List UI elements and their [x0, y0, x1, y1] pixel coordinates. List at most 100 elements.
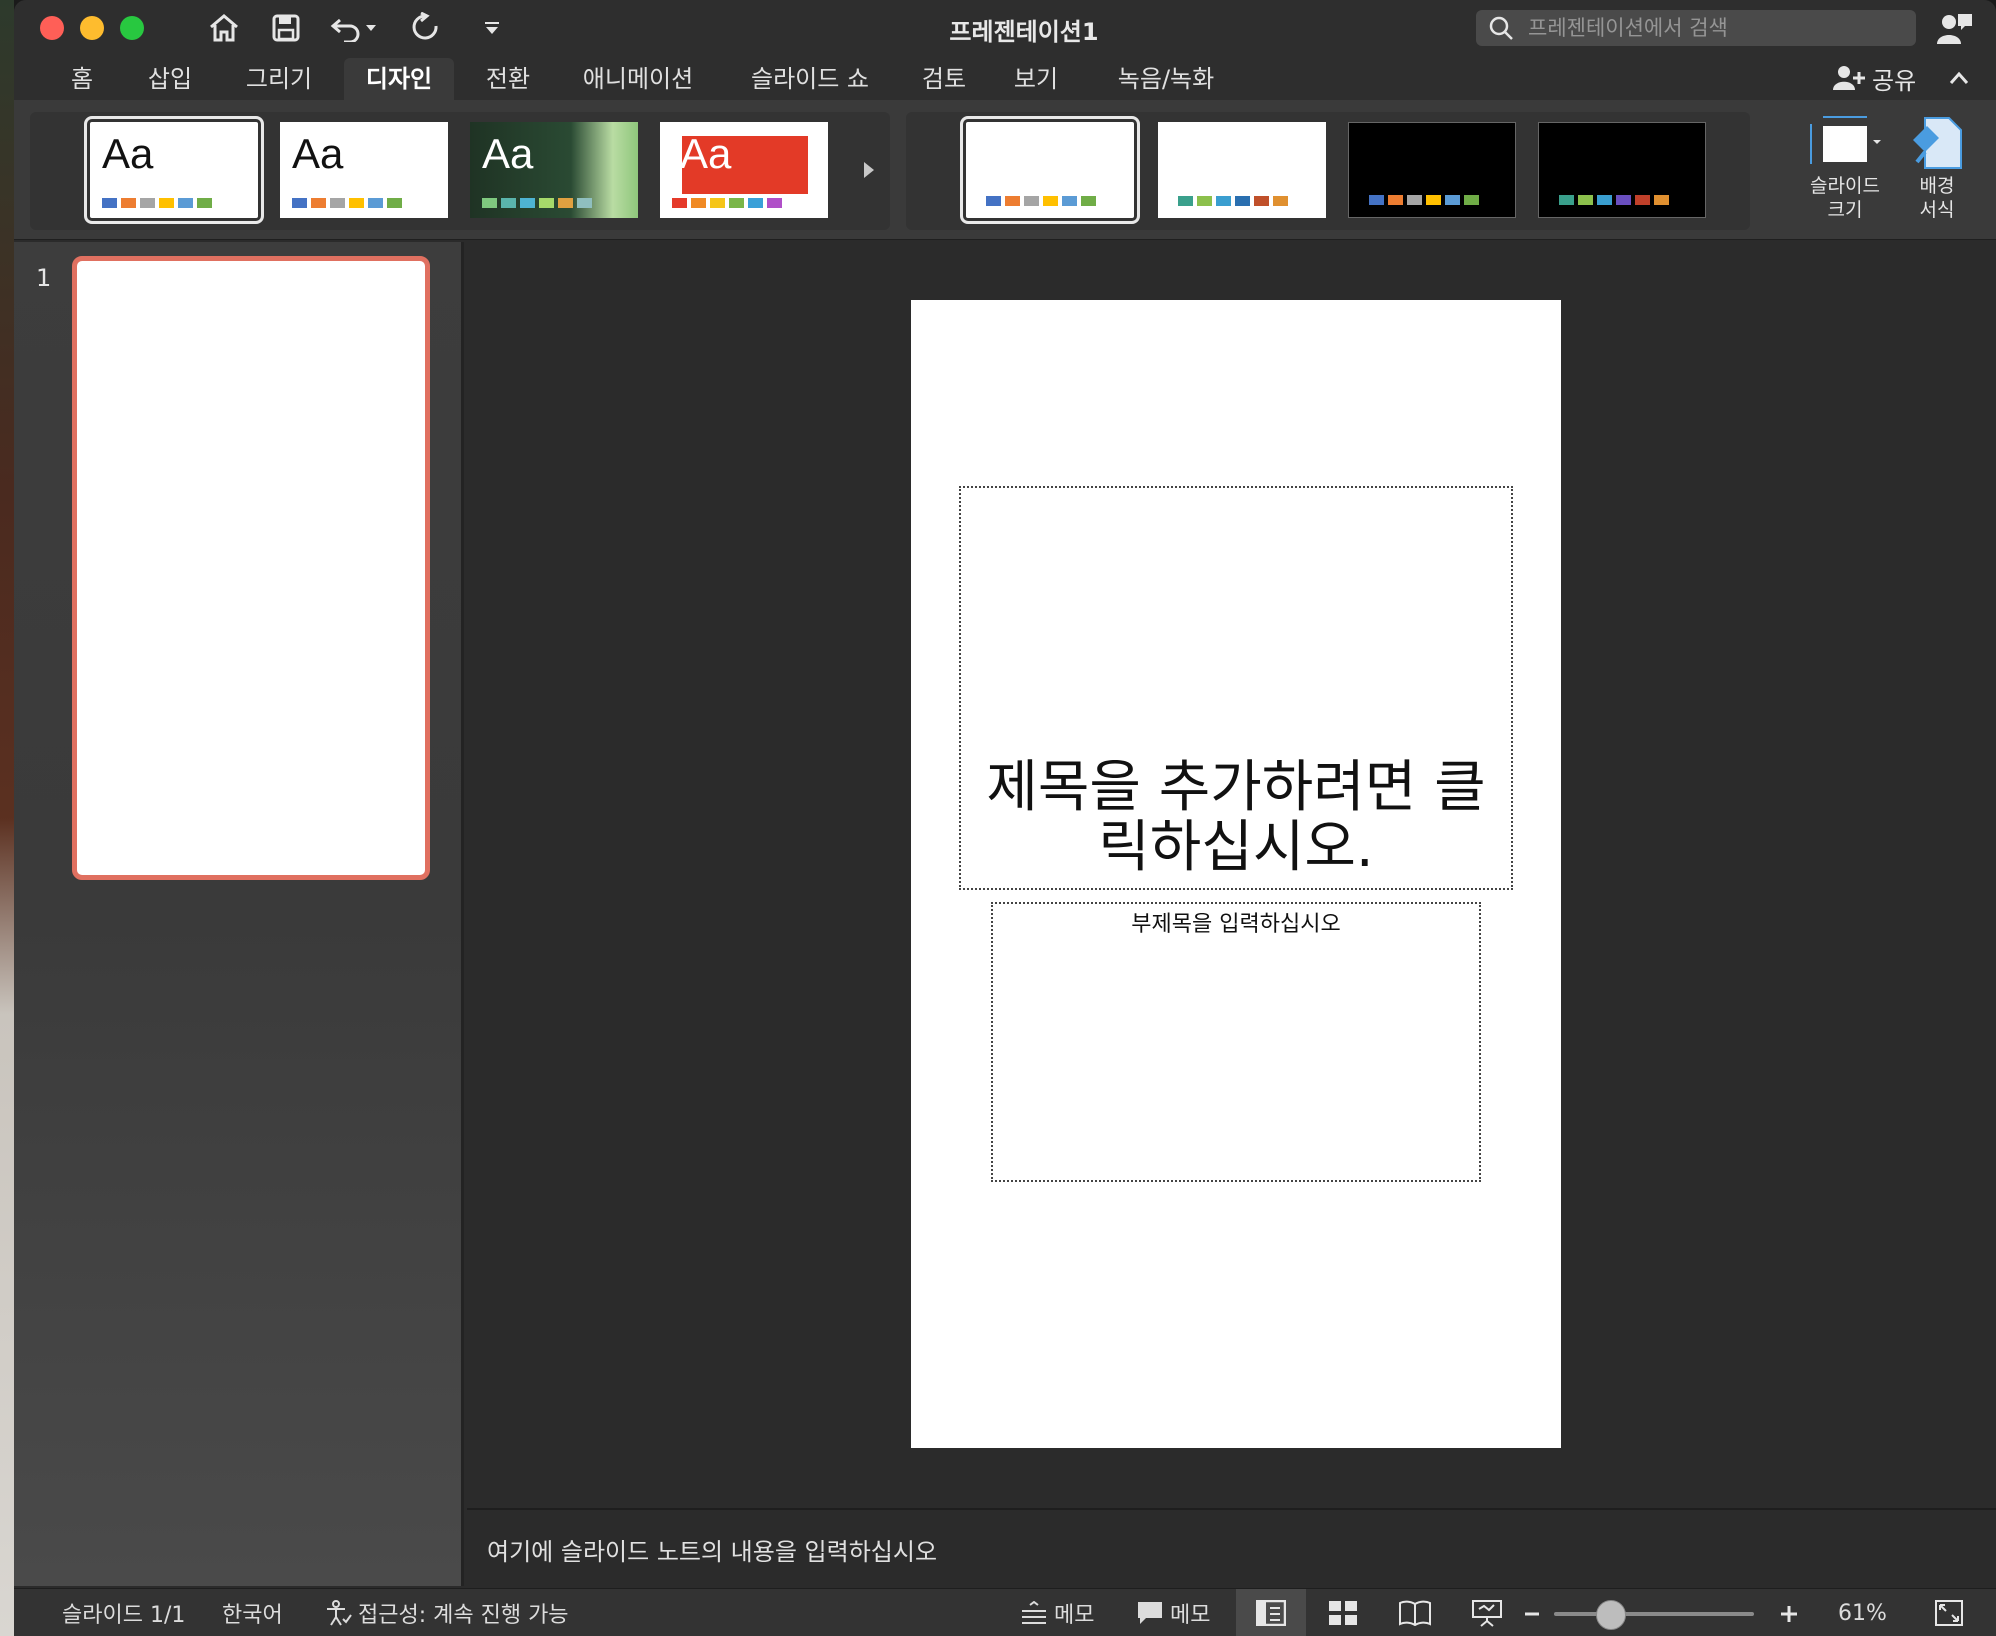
zoom-slider[interactable]	[1554, 1600, 1754, 1630]
theme-green[interactable]: Aa	[470, 122, 638, 218]
zoom-slider-handle[interactable]	[1595, 1600, 1626, 1630]
maximize-window-button[interactable]	[120, 16, 144, 40]
theme-office[interactable]: Aa	[84, 116, 264, 224]
color-swatch	[767, 198, 782, 208]
theme-office-2[interactable]: Aa	[280, 122, 448, 218]
accessibility-status: 접근성: 계속 진행 가능	[358, 1603, 569, 1628]
color-swatch	[1216, 196, 1231, 206]
tab-review[interactable]: 검토	[908, 58, 980, 100]
slide-size-button[interactable]: 슬라이드 크기	[1800, 114, 1890, 222]
slide-sorter-view-button[interactable]	[1308, 1589, 1378, 1636]
theme-red[interactable]: Aa	[660, 122, 828, 218]
notes-placeholder: 여기에 슬라이드 노트의 내용을 입력하십시오	[487, 1538, 938, 1566]
slide-thumbnail[interactable]	[72, 256, 430, 880]
color-swatch	[1062, 196, 1077, 206]
color-swatch	[349, 198, 364, 208]
chevron-down-icon[interactable]	[364, 23, 378, 33]
normal-view-button[interactable]	[1236, 1589, 1306, 1636]
title-placeholder[interactable]: 제목을 추가하려면 클 릭하십시오.	[959, 486, 1513, 890]
accessibility-icon	[327, 1600, 352, 1626]
color-swatch	[1426, 195, 1441, 205]
comments-button[interactable]: 메모	[1136, 1589, 1210, 1636]
slide-size-label-2: 크기	[1827, 199, 1863, 221]
title-line-1: 제목을 추가하려면 클	[986, 755, 1486, 820]
color-swatch	[197, 198, 212, 208]
variant-color-swatches	[986, 196, 1096, 206]
color-swatch	[368, 198, 383, 208]
add-person-icon	[1833, 66, 1865, 90]
search-input[interactable]	[1528, 16, 1888, 40]
color-swatch	[1273, 196, 1288, 206]
color-swatch	[482, 198, 497, 208]
undo-icon	[330, 18, 360, 42]
color-swatch	[1597, 195, 1612, 205]
slide[interactable]: 제목을 추가하려면 클 릭하십시오. 부제목을 입력하십시오	[911, 300, 1561, 1448]
repeat-button[interactable]	[406, 10, 446, 46]
tab-insert[interactable]: 삽입	[130, 58, 210, 100]
zoom-in-icon[interactable]	[1780, 1605, 1798, 1623]
zoom-percent[interactable]: 61%	[1838, 1589, 1887, 1636]
undo-button[interactable]	[324, 10, 384, 46]
color-swatch	[539, 198, 554, 208]
variant-color-swatches	[1559, 195, 1669, 205]
chevron-up-icon[interactable]	[1948, 68, 1970, 90]
tab-home[interactable]: 홈	[54, 58, 110, 100]
desktop-background	[0, 0, 14, 1636]
document-title: 프레젠테이션1	[949, 18, 1099, 46]
title-bar: 프레젠테이션1	[14, 0, 1996, 54]
color-swatch	[330, 198, 345, 208]
color-swatch	[102, 198, 117, 208]
variant-3[interactable]	[1348, 122, 1516, 218]
format-background-button[interactable]: 배경 서식	[1892, 114, 1982, 222]
notes-pane[interactable]: 여기에 슬라이드 노트의 내용을 입력하십시오	[467, 1508, 1996, 1586]
tab-record[interactable]: 녹음/녹화	[1098, 58, 1234, 100]
home-button[interactable]	[204, 10, 244, 46]
search-icon	[1489, 16, 1513, 40]
language-indicator[interactable]: 한국어	[222, 1589, 283, 1636]
reading-view-button[interactable]	[1380, 1589, 1450, 1636]
normal-view-icon	[1256, 1600, 1286, 1626]
color-swatch	[1407, 195, 1422, 205]
customize-toolbar-button[interactable]	[476, 10, 508, 46]
theme-color-swatches	[292, 198, 402, 208]
more-commands-icon	[485, 22, 499, 34]
tab-slide-show[interactable]: 슬라이드 쇼	[730, 58, 890, 100]
tab-transitions[interactable]: 전환	[470, 58, 546, 100]
chevron-right-icon[interactable]	[862, 160, 876, 180]
color-swatch	[1616, 195, 1631, 205]
notes-toggle-button[interactable]: 메모	[1020, 1589, 1094, 1636]
color-swatch	[1369, 195, 1384, 205]
color-swatch	[520, 198, 535, 208]
redo-icon	[412, 12, 438, 40]
notes-label: 메모	[1054, 1603, 1095, 1628]
variant-2[interactable]	[1158, 122, 1326, 218]
status-bar: 슬라이드 1/1 한국어 접근성: 계속 진행 가능 메모 메모 61%	[14, 1588, 1996, 1636]
save-button[interactable]	[266, 10, 306, 46]
minimize-window-button[interactable]	[80, 16, 104, 40]
variant-1[interactable]	[960, 116, 1140, 224]
color-swatch	[1081, 196, 1096, 206]
presentation-icon	[1472, 1600, 1502, 1627]
fit-to-window-icon[interactable]	[1934, 1599, 1964, 1627]
slide-show-button[interactable]	[1452, 1589, 1522, 1636]
tab-design[interactable]: 디자인	[344, 58, 454, 100]
variant-4[interactable]	[1538, 122, 1706, 218]
subtitle-placeholder[interactable]: 부제목을 입력하십시오	[991, 902, 1481, 1182]
color-swatch	[1235, 196, 1250, 206]
slide-number: 1	[36, 264, 52, 292]
search-box[interactable]	[1476, 10, 1916, 46]
subtitle-placeholder-text: 부제목을 입력하십시오	[1131, 912, 1341, 937]
tab-view[interactable]: 보기	[1000, 58, 1072, 100]
color-swatch	[1388, 195, 1403, 205]
co-author-icon[interactable]	[1934, 10, 1974, 46]
theme-color-swatches	[672, 198, 782, 208]
share-button[interactable]: 공유	[1832, 60, 1916, 96]
slide-thumbnails-pane: 1	[14, 242, 464, 1586]
tab-animations[interactable]: 애니메이션	[566, 58, 710, 100]
color-swatch	[387, 198, 402, 208]
format-background-label-1: 배경	[1919, 175, 1955, 197]
accessibility-checker[interactable]: 접근성: 계속 진행 가능	[324, 1589, 569, 1636]
zoom-out-icon[interactable]	[1524, 1606, 1540, 1622]
tab-draw[interactable]: 그리기	[226, 58, 332, 100]
close-window-button[interactable]	[40, 16, 64, 40]
